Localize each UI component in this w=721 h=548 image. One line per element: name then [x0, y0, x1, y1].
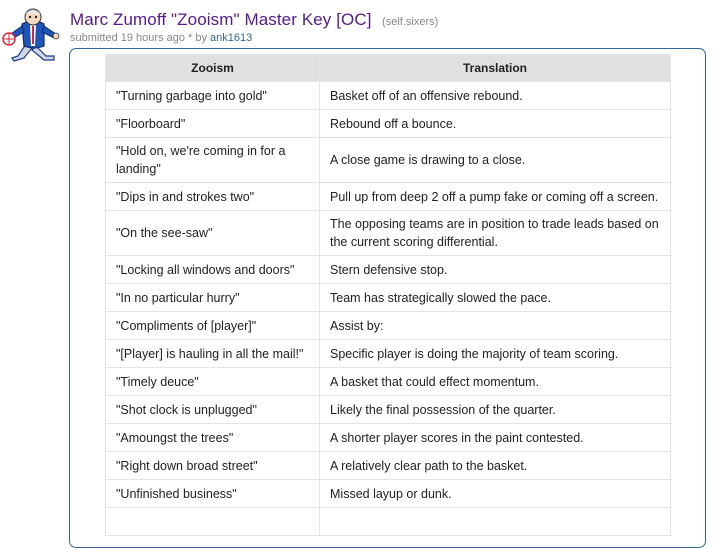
post-tagline: submitted 19 hours ago * by ank1613: [70, 32, 252, 44]
zooism-cell: "Locking all windows and doors": [105, 255, 320, 284]
translation-cell: The opposing teams are in position to tr…: [319, 210, 671, 256]
table-row: "Shot clock is unplugged" Likely the fina…: [105, 395, 671, 424]
translation-cell: Stern defensive stop.: [319, 255, 671, 284]
translation-cell: Basket off of an offensive rebound.: [319, 81, 671, 110]
table-row: "Dips in and strokes two" Pull up from de…: [105, 182, 671, 211]
zooism-cell: "On the see-saw": [105, 210, 320, 256]
zooism-table: Zooism Translation "Turning garbage into…: [105, 54, 671, 536]
post-domain[interactable]: (self.sixers): [382, 16, 438, 28]
zooism-cell: [105, 507, 320, 536]
zooism-cell: "Shot clock is unplugged": [105, 395, 320, 424]
zooism-cell: "[Player] is hauling in all the mail!": [105, 339, 320, 368]
translation-cell: A shorter player scores in the paint con…: [319, 423, 671, 452]
translation-cell: Team has strategically slowed the pace.: [319, 283, 671, 312]
post-title-line: Marc Zumoff "Zooism" Master Key [OC] (se…: [70, 10, 438, 30]
zooism-cell: "Timely deuce": [105, 367, 320, 396]
table-row: "On the see-saw" The opposing teams are i…: [105, 210, 671, 256]
table-row: "Amoungst the trees" A shorter player sco…: [105, 423, 671, 452]
table-row: "Right down broad street" A relatively cl…: [105, 451, 671, 480]
zooism-cell: "Turning garbage into gold": [105, 81, 320, 110]
submitted-time: submitted 19 hours ago * by: [70, 32, 207, 44]
sixers-mascot-icon: [2, 8, 60, 62]
table-row: "In no particular hurry" Team has strateg…: [105, 283, 671, 312]
zooism-cell: "Hold on, we're coming in for a landing": [105, 137, 320, 183]
translation-cell: Assist by:: [319, 311, 671, 340]
post-thumbnail[interactable]: [2, 6, 66, 62]
table-row: "Floorboard" Rebound off a bounce.: [105, 109, 671, 138]
translation-cell: Pull up from deep 2 off a pump fake or c…: [319, 182, 671, 211]
table-row: [105, 507, 671, 536]
zooism-cell: "In no particular hurry": [105, 283, 320, 312]
translation-cell: Likely the final possession of the quart…: [319, 395, 671, 424]
zooism-cell: "Unfinished business": [105, 479, 320, 508]
translation-cell: Missed layup or dunk.: [319, 479, 671, 508]
translation-cell: A relatively clear path to the basket.: [319, 451, 671, 480]
zooism-cell: "Right down broad street": [105, 451, 320, 480]
table-row: "Turning garbage into gold" Basket off of…: [105, 81, 671, 110]
table-row: "Locking all windows and doors" Stern def…: [105, 255, 671, 284]
column-header: Zooism: [105, 54, 320, 82]
zooism-cell: "Amoungst the trees": [105, 423, 320, 452]
post-title-link[interactable]: Marc Zumoff "Zooism" Master Key [OC]: [70, 10, 372, 29]
translation-cell: A basket that could effect momentum.: [319, 367, 671, 396]
table-row: "Timely deuce" A basket that could effect…: [105, 367, 671, 396]
author-link[interactable]: ank1613: [210, 32, 252, 44]
translation-cell: A close game is drawing to a close.: [319, 137, 671, 183]
table-row: "Hold on, we're coming in for a landing"…: [105, 137, 671, 183]
translation-cell: Rebound off a bounce.: [319, 109, 671, 138]
table-row: "Unfinished business" Missed layup or dun…: [105, 479, 671, 508]
table-row: "Compliments of [player]" Assist by:: [105, 311, 671, 340]
zooism-cell: "Compliments of [player]": [105, 311, 320, 340]
table-row: "[Player] is hauling in all the mail!" Sp…: [105, 339, 671, 368]
zooism-cell: "Floorboard": [105, 109, 320, 138]
zooism-cell: "Dips in and strokes two": [105, 182, 320, 211]
translation-cell: Specific player is doing the majority of…: [319, 339, 671, 368]
column-header: Translation: [319, 54, 671, 82]
table-header-row: Zooism Translation: [105, 54, 671, 82]
translation-cell: [319, 507, 671, 536]
